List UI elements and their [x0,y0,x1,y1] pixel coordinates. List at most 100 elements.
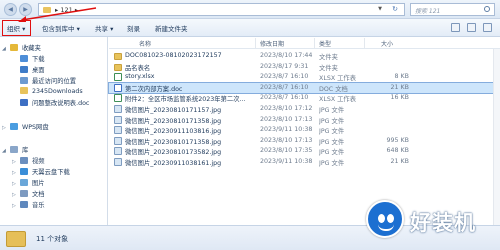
column-date[interactable]: 修改日期 [260,39,284,48]
nav-item[interactable]: ▷ 图片 [12,178,45,188]
expand-toggle-icon[interactable]: ◢ [2,148,10,154]
file-date: 2023/8/7 16:10 [260,73,309,81]
file-size: 648 KB [386,147,409,155]
refresh-icon[interactable]: ↻ [392,5,398,13]
file-type: JPG 文件 [319,107,345,114]
folder-icon [6,231,26,247]
file-row[interactable]: 微信图片_20230810171157.jpg 2023/8/10 17:12 JP… [109,104,500,114]
xlsx-file-icon [114,73,122,82]
file-name: 微信图片_20230810171157.jpg [125,107,222,114]
desktop-icon [20,66,28,73]
video-library-icon [20,157,28,164]
expand-toggle-icon[interactable]: ◢ [2,46,10,52]
expand-toggle-icon[interactable]: ▷ [12,181,20,187]
file-date: 2023/8/7 16:10 [260,94,309,102]
folder-icon [114,63,122,71]
recent-places-icon [20,77,28,84]
cloud-icon [10,123,18,130]
new-folder-button[interactable]: 新建文件夹 [155,23,188,33]
file-type: JPG 文件 [319,149,345,157]
nav-item[interactable]: ▷ 天翼云盘下载 [12,167,70,177]
library-icon [10,146,18,153]
nav-item[interactable]: 最近访问的位置 [12,76,76,86]
chevron-down-icon[interactable]: ▼ [378,6,382,12]
nav-item-label: 图片 [32,180,45,187]
file-type: DOC 文档 [319,85,348,93]
include-in-library-button[interactable]: 包含到库中 ▾ [42,23,80,33]
file-date: 2023/8/7 16:10 [260,83,309,91]
nav-item[interactable]: ◢ 库 [2,145,28,155]
music-library-icon [20,201,28,208]
file-size: 16 KB [390,94,409,102]
file-size: 995 KB [386,136,409,144]
nav-item-label: 音乐 [32,202,45,209]
image-file-icon [114,158,122,166]
help-icon[interactable] [483,23,492,32]
file-row[interactable]: 第二次内部方案.doc 2023/8/7 16:10 DOC 文档 21 KB [108,81,500,94]
expand-toggle-icon[interactable]: ▷ [12,192,20,198]
nav-item[interactable]: ▷ 音乐 [12,200,45,210]
nav-item[interactable]: 下载 [12,54,45,64]
nav-item-label: 收藏夹 [22,45,41,52]
file-type: 文件夹 [319,64,338,72]
file-name: 微信图片_20230810171358.jpg [125,138,222,146]
nav-item[interactable]: ▷ 文档 [12,189,45,199]
nav-item-label: 文档 [32,191,45,198]
file-name: 附件2：全区市场监管系统2023年第二次... [125,96,246,104]
file-row[interactable]: 微信图片_20230810171358.jpg 2023/8/10 17:13 JP… [109,136,500,146]
file-type: XLSX 工作表 [319,75,357,83]
expand-toggle-icon[interactable]: ▷ [12,203,20,209]
watermark-text: 好装机 [410,211,476,235]
file-row[interactable]: 附件2：全区市场监管系统2023年第二次... 2023/8/7 16:10 XLS… [109,93,500,103]
view-options-icon[interactable] [451,23,461,32]
file-row[interactable]: 微信图片_20230810173582.jpg 2023/8/10 17:35 JP… [109,146,500,156]
file-type: 文件夹 [319,54,338,61]
file-row[interactable]: DOC081023-08102023172157 2023/8/10 17:44 文… [109,51,500,61]
file-date: 2023/8/10 17:44 [260,52,313,59]
xlsx-file-icon [114,94,122,103]
file-row[interactable]: 微信图片_20230911038161.jpg 2023/9/11 10:38 JP… [109,157,500,167]
file-type: JPG 文件 [319,160,345,167]
file-size: 8 KB [394,73,409,81]
file-row[interactable]: 微信图片_20230911103816.jpg 2023/9/11 10:38 JP… [109,125,500,135]
file-date: 2023/8/10 17:12 [260,105,313,112]
vertical-scrollbar[interactable] [493,49,500,225]
nav-item[interactable]: ▷ 视频 [12,156,45,166]
column-name[interactable]: 名称 [139,39,151,48]
column-size[interactable]: 大小 [381,39,393,48]
nav-item-label: 2345Downloads [32,88,83,95]
file-row[interactable]: 微信图片_20230810171358.jpg 2023/8/10 17:13 JP… [109,115,500,125]
file-name: 微信图片_20230810173582.jpg [125,149,222,157]
nav-item[interactable]: 2345Downloads [12,87,83,97]
burn-button[interactable]: 刻录 [127,23,140,33]
file-size: 21 KB [390,158,409,165]
file-type: JPG 文件 [319,128,345,136]
nav-item[interactable]: ▷ WPS网盘 [2,122,49,132]
navigation-pane: ◢ 收藏夹下载 桌面 最近访问的位置 2345Downloads 问题整改说明表.doc ▷… [0,37,108,225]
share-button[interactable]: 共享 ▾ [95,23,113,33]
file-row[interactable]: 品名表名 2023/8/17 9:31 文件夹 [109,62,500,72]
folder-icon [20,87,28,94]
expand-toggle-icon[interactable]: ▷ [12,170,20,176]
doc-file-icon [114,83,122,92]
file-name: 品名表名 [125,64,151,72]
search-icon [484,6,490,12]
view-controls [446,23,492,34]
file-date: 2023/9/11 10:38 [260,158,313,165]
image-file-icon [114,136,122,145]
expand-toggle-icon[interactable]: ▷ [2,125,10,131]
search-input[interactable]: 搜索 121 [410,3,495,16]
file-name: 微信图片_20230911038161.jpg [125,160,222,167]
nav-item[interactable]: ◢ 收藏夹 [2,43,41,53]
item-count: 11 个对象 [36,235,69,243]
nav-item[interactable]: 问题整改说明表.doc [12,98,89,108]
preview-pane-icon[interactable] [467,23,477,32]
file-row[interactable]: story.xlsx 2023/8/7 16:10 XLSX 工作表 8 KB [109,72,500,82]
file-list: 名称 修改日期 类型 大小 DOC081023-08102023172157 20… [108,37,500,225]
image-file-icon [114,115,122,124]
nav-item[interactable]: 桌面 [12,65,45,75]
file-date: 2023/8/10 17:35 [260,147,313,155]
nav-item-label: 视频 [32,158,45,165]
column-type[interactable]: 类型 [319,39,331,48]
expand-toggle-icon[interactable]: ▷ [12,159,20,165]
